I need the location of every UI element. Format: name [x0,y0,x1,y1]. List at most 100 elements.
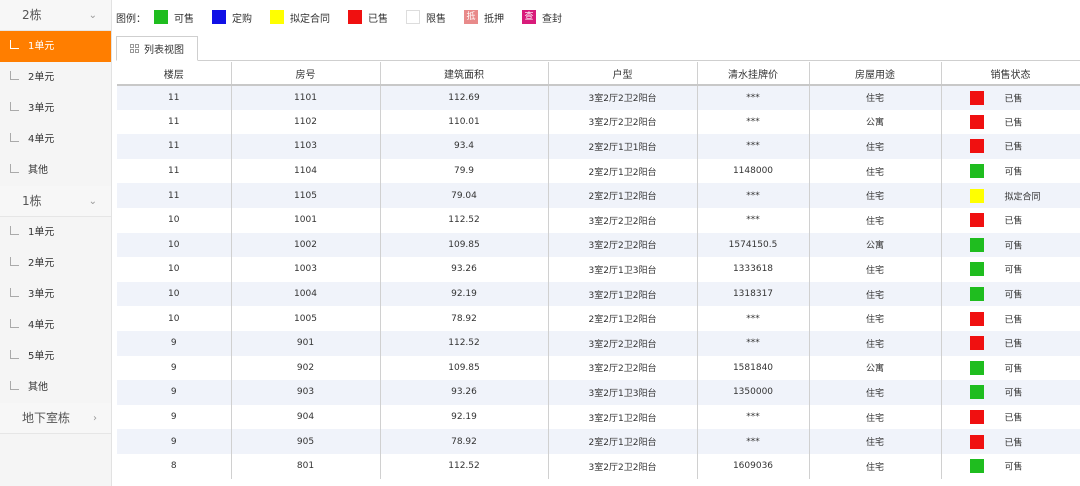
sidebar-unit-item[interactable]: 其他 [0,372,111,403]
sidebar-unit-item[interactable]: 1单元 [0,217,111,248]
table-row[interactable]: 10 1005 78.92 2室2厅1卫2阳台 *** 住宅 已售 [117,306,1080,331]
area-cell: 112.52 [380,207,549,233]
price-cell: 1333618 [697,257,810,282]
area-cell: 112.69 [380,85,549,110]
legend-swatch [348,10,362,24]
sidebar-group[interactable]: 2栋 ⌄ [0,0,111,31]
usage-cell: 住宅 [809,330,942,356]
price-cell: 1574150.5 [697,232,810,258]
status-cell: 可售 [941,355,1080,381]
table-body: 11 1101 112.69 3室2厅2卫2阳台 *** 住宅 已售 11 1102 110.01… [117,85,1080,479]
chevron-down-icon: ⌄ [88,10,97,21]
house-table-container[interactable]: 楼层 房号 建筑面积 户型 清水挂牌价 房屋用途 销售状态 11 1101 112.69 3室2厅… [117,62,1080,486]
price-cell: 1609036 [697,453,810,479]
layout-cell: 3室2厅2卫2阳台 [548,109,698,135]
legend-item: 已售 [348,10,388,25]
sidebar-unit-item[interactable]: 2单元 [0,248,111,279]
layout-cell: 3室2厅2卫2阳台 [548,207,698,233]
tree-branch-icon [10,381,19,390]
table-row[interactable]: 9 905 78.92 2室2厅1卫2阳台 *** 住宅 已售 [117,429,1080,454]
floor-cell: 11 [117,134,232,159]
status-label: 已售 [1004,94,1023,105]
table-row[interactable]: 11 1103 93.4 2室2厅1卫1阳台 *** 住宅 已售 [117,134,1080,159]
status-swatch [969,287,984,302]
sidebar-unit-item[interactable]: 4单元 [0,310,111,341]
floor-cell: 11 [117,158,232,184]
table-row[interactable]: 9 903 93.26 3室2厅1卫3阳台 1350000 住宅 可售 [117,380,1080,405]
column-header: 房号 [231,62,381,86]
price-cell: *** [697,330,810,356]
sidebar-unit-item[interactable]: 1单元 [0,31,111,62]
room-number-cell: 801 [231,453,381,479]
area-cell: 112.52 [380,330,549,356]
table-row[interactable]: 10 1004 92.19 3室2厅1卫2阳台 1318317 住宅 可售 [117,281,1080,307]
room-number-cell: 902 [231,355,381,381]
sidebar-unit-label: 1单元 [28,41,55,52]
sidebar-unit-item[interactable]: 2单元 [0,62,111,93]
sidebar-unit-label: 3单元 [28,289,55,300]
status-label: 可售 [1004,364,1023,375]
price-cell: *** [697,85,810,110]
sidebar-unit-item[interactable]: 3单元 [0,93,111,124]
floor-cell: 11 [117,109,232,135]
table-row[interactable]: 11 1104 79.9 2室2厅1卫2阳台 1148000 住宅 可售 [117,158,1080,184]
legend-title: 图例： [116,13,146,25]
tree-branch-icon [10,102,19,111]
legend-items: 可售 定购 拟定合同 已售 限售 抵抵押 查查封 [154,10,580,25]
tree-branch-icon [10,319,19,328]
sidebar-unit-item[interactable]: 3单元 [0,279,111,310]
sidebar-unit-label: 1单元 [28,227,55,238]
table-row[interactable]: 9 901 112.52 3室2厅2卫2阳台 *** 住宅 已售 [117,330,1080,356]
tab-list-view[interactable]: 列表视图 [116,36,198,61]
usage-cell: 住宅 [809,380,942,405]
chevron-down-icon: ⌄ [88,196,97,207]
status-cell: 已售 [941,404,1080,430]
tree-branch-icon [10,133,19,142]
legend-item: 可售 [154,10,194,25]
floor-cell: 8 [117,453,232,479]
price-cell: *** [697,404,810,430]
floor-cell: 10 [117,257,232,282]
table-row[interactable]: 11 1105 79.04 2室2厅1卫2阳台 *** 住宅 拟定合同 [117,183,1080,208]
sidebar-group[interactable]: 地下室栋 › [0,403,111,434]
legend-label: 查封 [542,13,562,25]
floor-cell: 9 [117,355,232,381]
usage-cell: 住宅 [809,85,942,110]
column-header: 清水挂牌价 [697,62,810,86]
status-swatch [969,459,984,474]
column-header: 销售状态 [941,62,1080,86]
status-label: 已售 [1004,339,1023,350]
table-row[interactable]: 9 904 92.19 3室2厅1卫2阳台 *** 住宅 已售 [117,404,1080,430]
usage-cell: 住宅 [809,281,942,307]
status-label: 可售 [1004,388,1023,399]
price-cell: 1350000 [697,380,810,405]
legend-swatch [406,10,420,24]
house-table: 楼层 房号 建筑面积 户型 清水挂牌价 房屋用途 销售状态 11 1101 112.69 3室2厅… [117,62,1080,479]
room-number-cell: 1004 [231,281,381,307]
table-row[interactable]: 10 1001 112.52 3室2厅2卫2阳台 *** 住宅 已售 [117,207,1080,233]
layout-cell: 3室2厅1卫2阳台 [548,281,698,307]
usage-cell: 公寓 [809,232,942,258]
tab-list-view-label: 列表视图 [144,45,184,56]
sidebar-group[interactable]: 1栋 ⌄ [0,186,111,217]
price-cell: *** [697,429,810,454]
sidebar-unit-item[interactable]: 其他 [0,155,111,186]
floor-cell: 9 [117,380,232,405]
column-header: 户型 [548,62,698,86]
floor-cell: 11 [117,183,232,208]
status-cell: 可售 [941,380,1080,405]
table-row[interactable]: 11 1101 112.69 3室2厅2卫2阳台 *** 住宅 已售 [117,85,1080,110]
status-label: 已售 [1004,216,1023,227]
table-row[interactable]: 10 1003 93.26 3室2厅1卫3阳台 1333618 住宅 可售 [117,257,1080,282]
sidebar-unit-item[interactable]: 5单元 [0,341,111,372]
table-row[interactable]: 8 801 112.52 3室2厅2卫2阳台 1609036 住宅 可售 [117,453,1080,479]
status-swatch [969,410,984,425]
sidebar-unit-item[interactable]: 4单元 [0,124,111,155]
status-label: 已售 [1004,315,1023,326]
legend-swatch [270,10,284,24]
table-row[interactable]: 11 1102 110.01 3室2厅2卫2阳台 *** 公寓 已售 [117,109,1080,135]
table-row[interactable]: 9 902 109.85 3室2厅2卫2阳台 1581840 公寓 可售 [117,355,1080,381]
legend-label: 可售 [174,13,194,25]
status-label: 可售 [1004,462,1023,473]
table-row[interactable]: 10 1002 109.85 3室2厅2卫2阳台 1574150.5 公寓 可售 [117,232,1080,258]
